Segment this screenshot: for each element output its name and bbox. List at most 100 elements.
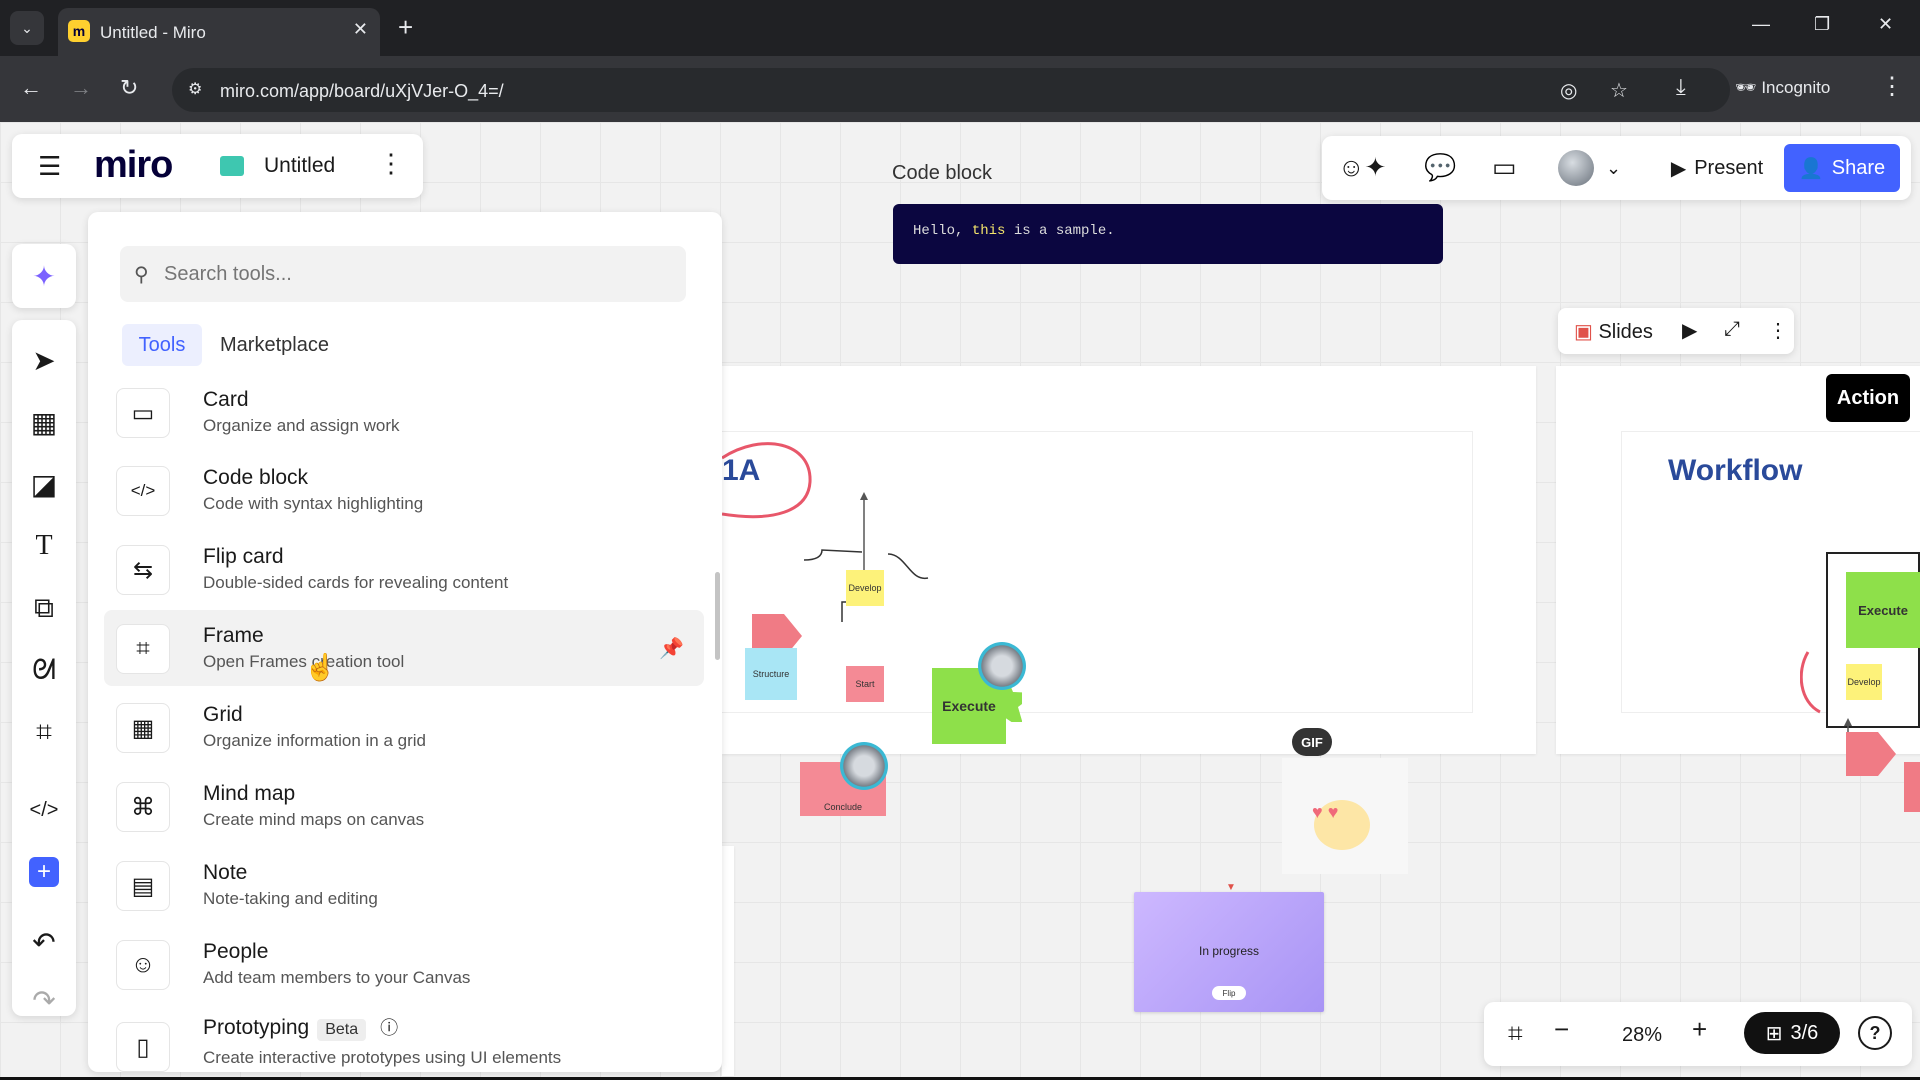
tool-item-grid[interactable]: ▦ Grid Organize information in a grid bbox=[104, 689, 704, 765]
tab-marketplace[interactable]: Marketplace bbox=[220, 324, 329, 366]
forward-icon[interactable]: → bbox=[70, 74, 92, 102]
incognito-indicator[interactable]: 🕶 Incognito bbox=[1735, 78, 1830, 98]
address-bar[interactable]: ⚙ miro.com/app/board/uXjVJer-O_4=/ ◎ ☆ bbox=[172, 68, 1730, 112]
text-icon[interactable]: T bbox=[12, 518, 76, 574]
tool-item-code-block[interactable]: </> Code block Code with syntax highligh… bbox=[104, 452, 704, 528]
ai-sparkle-icon[interactable]: ✦ bbox=[12, 248, 76, 304]
present-button[interactable]: ▶ Present bbox=[1652, 146, 1782, 190]
action-label[interactable]: Action bbox=[1826, 374, 1910, 422]
browser-toolbar: ← → ↻ ⚙ miro.com/app/board/uXjVJer-O_4=/… bbox=[0, 56, 1920, 122]
tool-desc: Double-sided cards for revealing content bbox=[203, 573, 509, 592]
tab-search-chevron-icon[interactable]: ⌄ bbox=[10, 11, 44, 45]
code-block[interactable]: Hello, this is a sample. bbox=[893, 204, 1443, 264]
tool-desc: Create interactive prototypes using UI e… bbox=[203, 1048, 562, 1067]
url-text[interactable]: miro.com/app/board/uXjVJer-O_4=/ bbox=[220, 81, 504, 102]
user-avatar[interactable] bbox=[1558, 150, 1594, 186]
comments-icon[interactable]: 💬 bbox=[1424, 152, 1456, 183]
pen-icon[interactable]: ᘛ bbox=[12, 642, 76, 698]
more-tools-icon[interactable]: + bbox=[12, 844, 76, 900]
in-progress-card[interactable]: In progress Flip bbox=[1134, 892, 1324, 1012]
code-text-after: is a sample. bbox=[1005, 223, 1115, 239]
incognito-icon: 🕶 bbox=[1735, 78, 1762, 97]
help-icon[interactable]: ? bbox=[1858, 1016, 1892, 1050]
restore-icon[interactable]: ❐ bbox=[1814, 14, 1830, 35]
tab-tools[interactable]: Tools bbox=[122, 324, 202, 366]
miro-logo[interactable]: miro bbox=[94, 144, 173, 187]
sticky-start[interactable]: Start bbox=[846, 666, 884, 702]
search-tools-input[interactable] bbox=[164, 246, 664, 302]
expand-icon[interactable]: ⤢ bbox=[1724, 318, 1740, 341]
minimize-icon[interactable]: — bbox=[1752, 14, 1770, 35]
reactions-icon[interactable]: ☺✦ bbox=[1338, 152, 1386, 183]
board-name[interactable]: Untitled bbox=[264, 154, 335, 178]
zoom-out-icon[interactable]: − bbox=[1554, 1014, 1569, 1045]
browser-tab-strip: ⌄ m Untitled - Miro ✕ + — ❐ ✕ bbox=[0, 0, 1920, 56]
sticky-execute-2[interactable]: Execute bbox=[1846, 572, 1920, 648]
hearts-icon: ♥ ♥ bbox=[1312, 802, 1339, 822]
creation-toolbar: ➤ ▦ ◪ T ⧉ ᘛ ⌗ </> + ↶ ↷ bbox=[12, 320, 76, 1016]
close-window-icon[interactable]: ✕ bbox=[1878, 14, 1893, 35]
close-tab-icon[interactable]: ✕ bbox=[353, 19, 368, 40]
redo-icon[interactable]: ↷ bbox=[12, 972, 76, 1028]
undo-icon[interactable]: ↶ bbox=[12, 914, 76, 970]
zoom-percent[interactable]: 28% bbox=[1622, 1024, 1662, 1047]
tool-title: Mind map bbox=[203, 782, 296, 805]
tool-desc: Organize information in a grid bbox=[203, 731, 427, 750]
collaborator-avatar-1 bbox=[978, 642, 1026, 690]
tool-item-prototyping[interactable]: ▯ Prototyping Beta ⓘ Create interactive pr… bbox=[104, 1004, 704, 1074]
hand-cursor-icon: ☝ bbox=[304, 652, 337, 682]
zoom-in-icon[interactable]: + bbox=[1692, 1014, 1707, 1045]
shapes-icon[interactable]: ⧉ bbox=[12, 580, 76, 636]
pages-button[interactable]: ⊞ 3/6 bbox=[1744, 1012, 1840, 1054]
frame-2-title: Workflow bbox=[1668, 454, 1803, 487]
avatar-chevron-down-icon[interactable]: ⌄ bbox=[1606, 158, 1621, 179]
flip-pill[interactable]: Flip bbox=[1212, 986, 1246, 1000]
frame-tool-icon[interactable]: ⌗ bbox=[12, 704, 76, 760]
new-tab-icon[interactable]: + bbox=[398, 12, 413, 42]
reload-icon[interactable]: ↻ bbox=[120, 74, 138, 102]
code-block-label: Code block bbox=[892, 162, 993, 184]
slides-button[interactable]: ▣ Slides bbox=[1574, 319, 1653, 344]
tools-scrollbar[interactable] bbox=[715, 572, 720, 660]
ai-toolbar: ✦ bbox=[12, 244, 76, 308]
prototyping-icon: ▯ bbox=[116, 1022, 170, 1072]
browser-tab[interactable]: m Untitled - Miro ✕ bbox=[58, 8, 380, 56]
tool-title: Prototyping bbox=[203, 1016, 310, 1039]
sticky-note-icon[interactable]: ◪ bbox=[12, 456, 76, 512]
tool-item-people[interactable]: ☺ People Add team members to your Canvas bbox=[104, 926, 704, 1002]
tool-item-card[interactable]: ▭ Card Organize and assign work bbox=[104, 384, 704, 444]
slides-icon: ▣ bbox=[1574, 321, 1599, 343]
slides-label: Slides bbox=[1598, 321, 1653, 343]
sticky-structure[interactable]: Structure bbox=[745, 648, 797, 700]
slides-more-icon[interactable]: ⋮ bbox=[1768, 318, 1788, 343]
share-button[interactable]: 👤 Share bbox=[1784, 144, 1900, 192]
fit-to-screen-icon[interactable]: ⌗ bbox=[1508, 1018, 1523, 1050]
help-circle-icon[interactable]: ⓘ bbox=[380, 1018, 398, 1038]
site-settings-icon[interactable]: ⚙ bbox=[188, 79, 208, 99]
board-options-icon[interactable]: ⋮ bbox=[378, 148, 404, 179]
tool-item-mind-map[interactable]: ⌘ Mind map Create mind maps on canvas bbox=[104, 768, 704, 844]
collaboration-panel: ☺✦ 💬 ▭ ⌄ ▶ Present 👤 Share bbox=[1322, 136, 1911, 200]
download-icon[interactable]: ⤓ bbox=[1676, 74, 1686, 100]
pin-icon[interactable]: 📌 bbox=[659, 636, 684, 661]
bookmark-star-icon[interactable]: ☆ bbox=[1610, 78, 1628, 103]
eye-off-icon[interactable]: ◎ bbox=[1560, 78, 1577, 103]
sticky-develop[interactable]: Develop bbox=[846, 570, 884, 606]
select-cursor-icon[interactable]: ➤ bbox=[12, 332, 76, 388]
back-icon[interactable]: ← bbox=[20, 74, 42, 102]
code-tool-icon[interactable]: </> bbox=[12, 782, 76, 838]
templates-icon[interactable]: ▦ bbox=[12, 394, 76, 450]
tool-item-note[interactable]: ▤ Note Note-taking and editing bbox=[104, 847, 704, 923]
play-slides-icon[interactable]: ▶ bbox=[1682, 318, 1697, 343]
tool-item-frame[interactable]: ⌗ Frame Open Frames creation tool 📌 bbox=[104, 610, 704, 686]
frame-3-edge bbox=[722, 846, 734, 1076]
browser-menu-icon[interactable]: ⋮ bbox=[1880, 72, 1904, 101]
board-canvas[interactable]: ☰ miro Untitled ⋮ ☺✦ 💬 ▭ ⌄ ▶ Present 👤 Sha… bbox=[0, 122, 1920, 1077]
tool-item-flip-card[interactable]: ⇆ Flip card Double-sided cards for revea… bbox=[104, 531, 704, 607]
main-menu-icon[interactable]: ☰ bbox=[38, 152, 61, 180]
video-call-icon[interactable]: ▭ bbox=[1492, 152, 1517, 183]
gif-sticker[interactable]: ♥ ♥ bbox=[1282, 758, 1408, 874]
tool-desc: Add team members to your Canvas bbox=[203, 968, 471, 987]
in-progress-label: In progress bbox=[1198, 944, 1260, 958]
gif-badge: GIF bbox=[1292, 728, 1332, 756]
